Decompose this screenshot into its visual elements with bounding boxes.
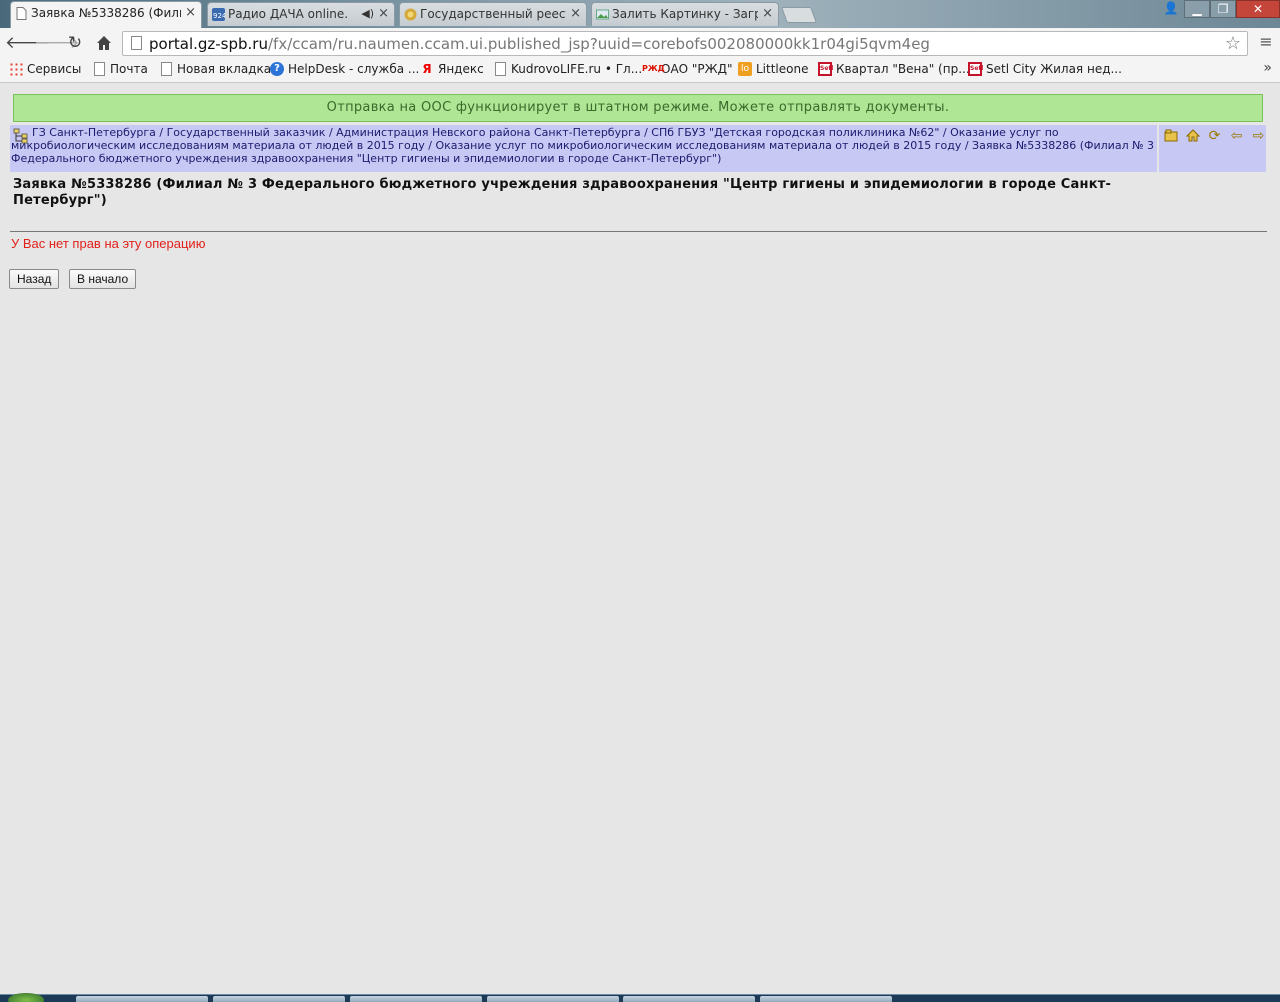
home-icon[interactable] [92, 32, 116, 54]
page-title: Заявка №5338286 (Филиал № 3 Федерального… [13, 177, 1112, 208]
help-icon: ? [270, 62, 284, 76]
page-icon [94, 62, 105, 76]
tab-radio[interactable]: 924 Радио ДАЧА online. ◀) × [207, 2, 395, 26]
home-icon[interactable] [1184, 129, 1201, 143]
new-tab-button[interactable] [781, 7, 817, 23]
breadcrumb-tools: ⟳ ⇦ ⇨ [1162, 129, 1267, 143]
page-content: Отправка на ООС функционирует в штатном … [0, 84, 1280, 994]
speaker-icon[interactable]: ◀) [361, 3, 374, 25]
browser-titlebar: Заявка №5338286 (Филиа × 924 Радио ДАЧА … [0, 0, 1280, 28]
setl-icon: Setl [818, 62, 833, 76]
apps-icon [9, 62, 23, 76]
tab-registry[interactable]: Государственный реестр × [399, 2, 587, 26]
divider [1157, 125, 1159, 172]
taskbar-item[interactable] [76, 996, 208, 1002]
tab-label: Залить Картинку - Загру [612, 7, 758, 21]
bookmark-item[interactable]: Почта [92, 62, 148, 76]
taskbar-item[interactable] [350, 996, 482, 1002]
reload-icon[interactable]: ↻ [63, 32, 87, 54]
bookmarks-bar: Сервисы Почта Новая вкладка ? HelpDesk - … [0, 58, 1280, 83]
taskbar-item[interactable] [213, 996, 345, 1002]
bookmarks-overflow-button[interactable]: » [1263, 60, 1272, 76]
tab-label: Заявка №5338286 (Филиа [31, 6, 181, 20]
bookmark-item[interactable]: Сервисы [9, 62, 81, 76]
tab-label: Государственный реестр [420, 7, 566, 21]
user-icon[interactable]: 👤 [1158, 0, 1184, 18]
forward-arrow-icon[interactable]: 🡒 [34, 32, 80, 54]
image-icon [596, 9, 609, 20]
radio-icon: 924 [212, 8, 225, 21]
arrow-right-icon[interactable]: ⇨ [1250, 129, 1267, 143]
close-icon[interactable]: × [378, 3, 389, 25]
back-button[interactable]: Назад [9, 269, 60, 289]
tab-label: Радио ДАЧА online. [228, 7, 349, 21]
taskbar-item[interactable] [623, 996, 755, 1002]
status-banner: Отправка на ООС функционирует в штатном … [13, 94, 1263, 122]
window-controls: 👤 ▁ ❐ ✕ [1158, 0, 1280, 20]
bookmark-star-icon[interactable]: ☆ [1225, 33, 1241, 54]
close-window-button[interactable]: ✕ [1236, 0, 1280, 18]
breadcrumb-bar: ГЗ Санкт-Петербурга / Государственный за… [10, 125, 1266, 172]
address-bar[interactable]: portal.gz-spb.ru/fx/ccam/ru.naumen.ccam.… [122, 31, 1248, 56]
breadcrumb[interactable]: ГЗ Санкт-Петербурга / Государственный за… [11, 126, 1156, 165]
bookmark-item[interactable]: lo Littleone [738, 62, 808, 76]
menu-icon[interactable]: ≡ [1258, 34, 1274, 50]
bookmark-item[interactable]: Setl Квартал "Вена" (пр... [818, 62, 970, 76]
taskbar-item[interactable] [487, 996, 619, 1002]
back-arrow-icon[interactable]: 🡐 [5, 32, 51, 54]
yandex-icon: Я [422, 62, 432, 76]
page-icon [16, 7, 27, 20]
svg-text:924: 924 [213, 12, 225, 20]
page-icon [161, 62, 172, 76]
bookmark-item[interactable]: Я Яндекс [420, 62, 483, 76]
url-text: portal.gz-spb.ru/fx/ccam/ru.naumen.ccam.… [149, 35, 930, 53]
bookmark-item[interactable]: ? HelpDesk - служба ... [270, 62, 419, 76]
page-icon [131, 36, 142, 50]
maximize-button[interactable]: ❐ [1210, 0, 1236, 18]
tab-upload[interactable]: Залить Картинку - Загру × [591, 2, 779, 26]
close-icon[interactable]: × [570, 3, 581, 25]
emblem-icon [404, 8, 417, 21]
bookmark-item[interactable]: Новая вкладка [159, 62, 271, 76]
tab-active[interactable]: Заявка №5338286 (Филиа × [10, 1, 202, 28]
refresh-icon[interactable]: ⟳ [1206, 129, 1223, 143]
error-message: У Вас нет прав на эту операцию [11, 236, 206, 251]
littleone-icon: lo [738, 62, 752, 76]
close-icon[interactable]: × [762, 3, 773, 25]
divider [10, 231, 1267, 232]
breadcrumb-text[interactable]: ГЗ Санкт-Петербурга / Государственный за… [11, 126, 1154, 165]
tree-icon [13, 128, 28, 144]
os-taskbar [0, 993, 1280, 1002]
folder-icon[interactable] [1162, 129, 1179, 143]
browser-toolbar: 🡐 🡒 ↻ portal.gz-spb.ru/fx/ccam/ru.naumen… [0, 28, 1280, 58]
home-button[interactable]: В начало [69, 269, 137, 289]
taskbar-item[interactable] [760, 996, 892, 1002]
rzd-icon: РЖД [642, 64, 665, 73]
setl-icon: Setl [968, 62, 983, 76]
bookmark-item[interactable]: Setl Setl City Жилая нед... [968, 62, 1122, 76]
start-button[interactable] [8, 993, 44, 1002]
arrow-left-icon[interactable]: ⇦ [1228, 129, 1245, 143]
minimize-button[interactable]: ▁ [1184, 0, 1210, 18]
close-icon[interactable]: × [185, 2, 196, 24]
bookmark-item[interactable]: РЖД ОАО "РЖД" [642, 62, 733, 76]
page-icon [495, 62, 506, 76]
bookmark-item[interactable]: KudrovoLIFE.ru • Гл... [493, 62, 642, 76]
